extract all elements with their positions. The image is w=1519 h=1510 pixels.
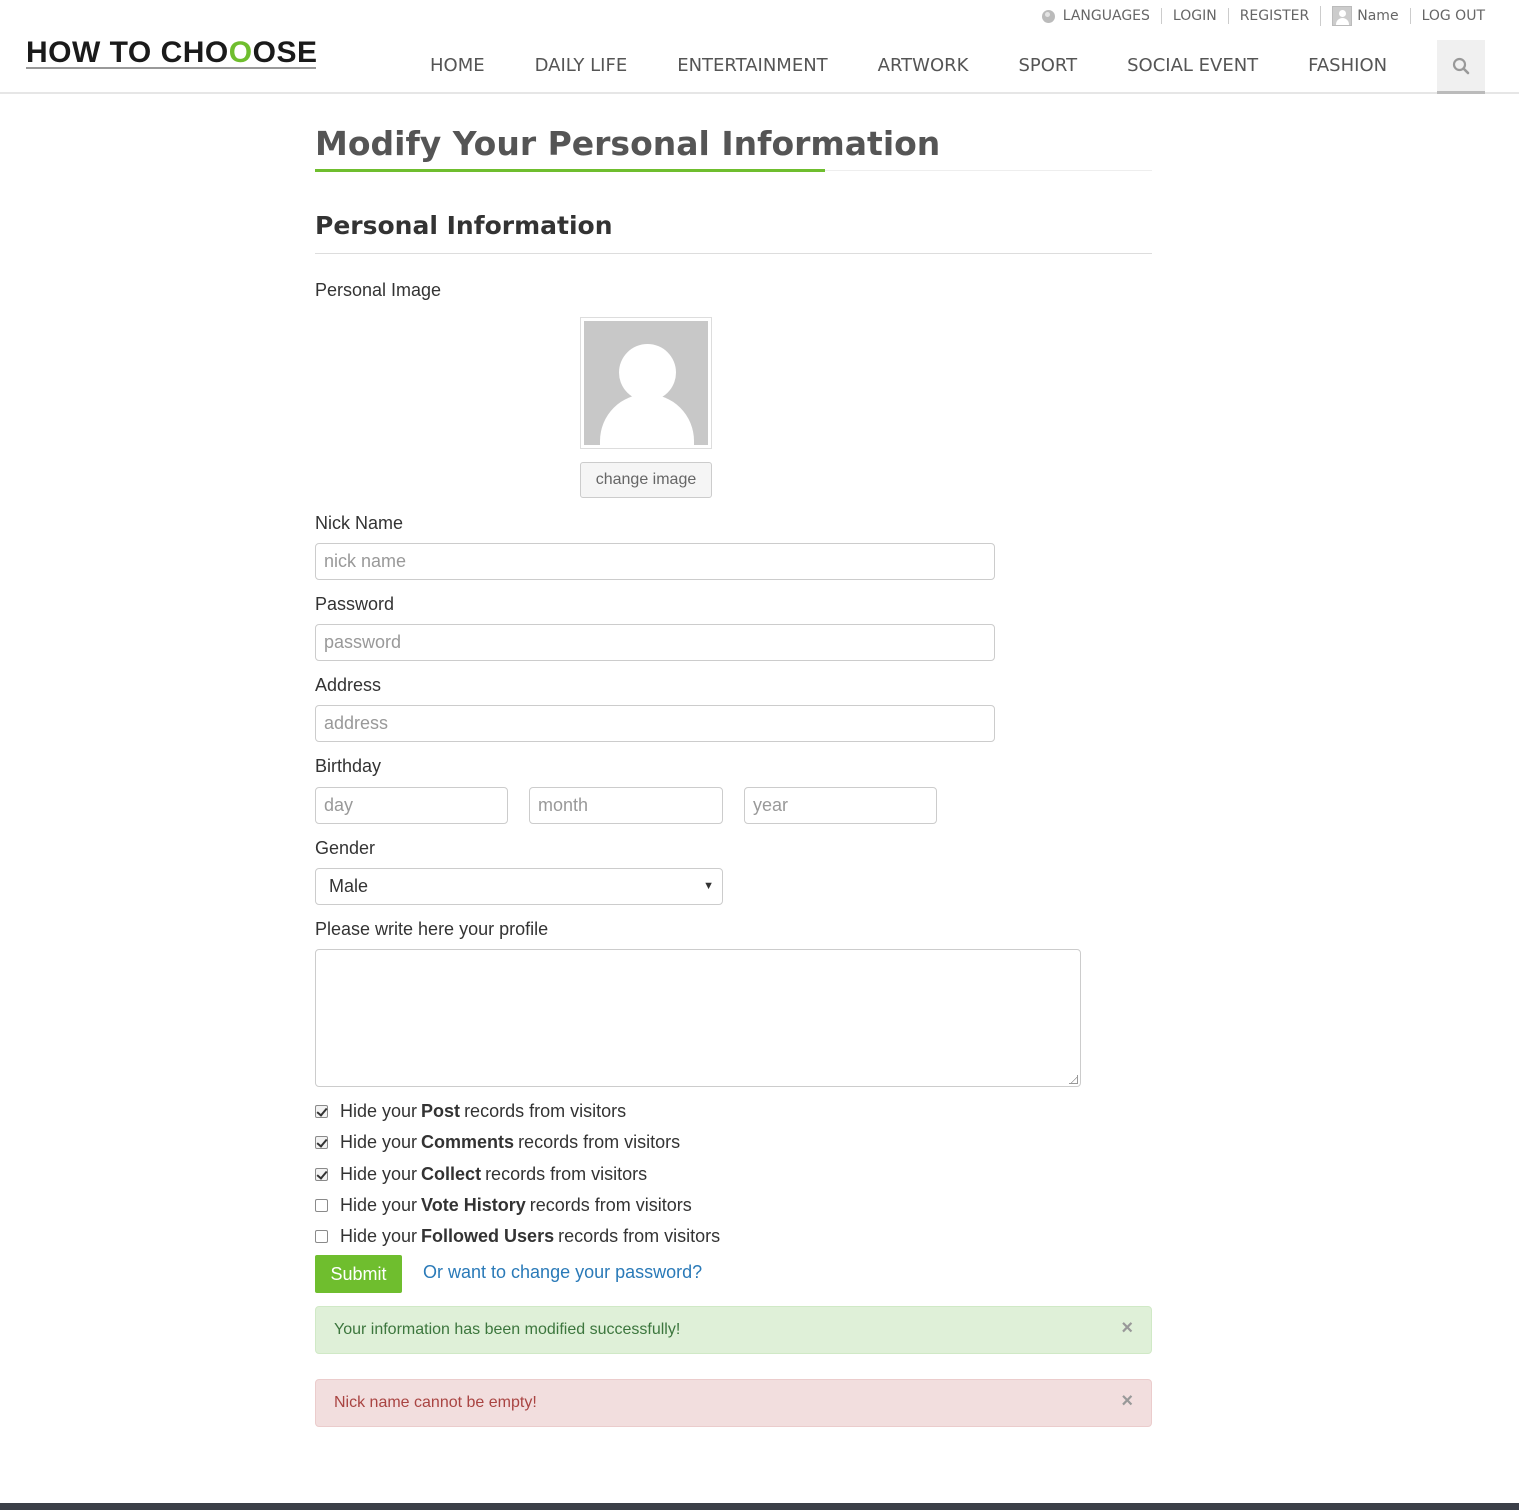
privacy-option-vote-history[interactable]: Hide your Vote History records from visito… xyxy=(315,1194,692,1216)
option-text: Hide your xyxy=(340,1100,418,1121)
section-divider xyxy=(315,253,1152,254)
resize-handle-icon[interactable] xyxy=(1069,1075,1078,1084)
register-link[interactable]: REGISTER xyxy=(1227,8,1321,24)
option-text: records from visitors xyxy=(485,1163,648,1184)
checkbox[interactable] xyxy=(315,1229,328,1243)
submit-button[interactable]: Submit xyxy=(315,1255,402,1293)
error-alert: Nick name cannot be empty! × xyxy=(315,1379,1152,1427)
checkbox[interactable] xyxy=(315,1135,328,1149)
logo-text-part2: SE xyxy=(276,36,318,69)
top-header: LANGUAGES LOGIN REGISTER Name LOG OUT HO… xyxy=(0,0,1519,94)
error-alert-text: Nick name cannot be empty! xyxy=(334,1394,537,1411)
nick-name-label: Nick Name xyxy=(315,513,404,533)
section-title: Personal Information xyxy=(315,211,613,240)
main-nav: HOME DAILY LIFE ENTERTAINMENT ARTWORK SP… xyxy=(405,40,1412,94)
password-label: Password xyxy=(315,594,395,614)
option-text: Hide your xyxy=(340,1194,418,1215)
default-avatar-icon xyxy=(584,321,708,445)
user-avatar-icon xyxy=(1332,6,1353,26)
close-icon[interactable]: × xyxy=(1121,1307,1133,1349)
logout-label: LOG OUT xyxy=(1421,8,1485,24)
user-name-label: Name xyxy=(1357,8,1399,24)
nav-item-home[interactable]: HOME xyxy=(405,40,510,94)
privacy-option-followed-users[interactable]: Hide your Followed Users records from visi… xyxy=(315,1225,720,1247)
nav-item-social-event[interactable]: SOCIAL EVENT xyxy=(1102,40,1283,94)
logo-text-o: O xyxy=(252,36,277,69)
option-keyword: Vote History xyxy=(421,1194,526,1215)
logo-text-part1: HOW TO CHO xyxy=(26,36,229,69)
nick-name-input[interactable] xyxy=(315,543,995,580)
nav-item-sport[interactable]: SPORT xyxy=(993,40,1102,94)
address-label: Address xyxy=(315,675,382,695)
privacy-option-comments[interactable]: Hide your Comments records from visitors xyxy=(315,1131,680,1153)
site-logo[interactable]: HOW TO CHOOOSE xyxy=(26,36,318,70)
option-keyword: Post xyxy=(421,1100,461,1121)
profile-label: Please write here your profile xyxy=(315,919,549,939)
profile-image xyxy=(580,317,712,449)
register-label: REGISTER xyxy=(1239,8,1310,24)
checkbox[interactable] xyxy=(315,1104,328,1118)
login-label: LOGIN xyxy=(1172,8,1217,24)
success-alert-text: Your information has been modified succe… xyxy=(334,1321,681,1338)
login-link[interactable]: LOGIN xyxy=(1160,8,1228,24)
page-title: Modify Your Personal Information xyxy=(315,124,941,163)
birthday-month-input[interactable] xyxy=(529,787,723,824)
success-alert: Your information has been modified succe… xyxy=(315,1306,1152,1354)
logo-underline xyxy=(26,67,316,69)
option-keyword: Followed Users xyxy=(421,1225,555,1246)
nav-item-daily-life[interactable]: DAILY LIFE xyxy=(510,40,653,94)
birthday-day-input[interactable] xyxy=(315,787,508,824)
birthday-label: Birthday xyxy=(315,756,382,776)
option-text: Hide your xyxy=(340,1225,418,1246)
checkbox[interactable] xyxy=(315,1198,328,1212)
globe-icon xyxy=(1041,9,1055,23)
option-text: records from visitors xyxy=(464,1100,627,1121)
footer-bar xyxy=(0,1503,1519,1510)
option-keyword: Comments xyxy=(421,1131,515,1152)
address-input[interactable] xyxy=(315,705,995,742)
birthday-year-input[interactable] xyxy=(744,787,937,824)
personal-image-label: Personal Image xyxy=(315,280,442,300)
option-text: records from visitors xyxy=(518,1131,681,1152)
option-keyword: Collect xyxy=(421,1163,482,1184)
search-icon xyxy=(1452,57,1470,74)
checkbox[interactable] xyxy=(315,1167,328,1181)
close-icon[interactable]: × xyxy=(1121,1380,1133,1422)
top-links: LANGUAGES LOGIN REGISTER Name LOG OUT xyxy=(1031,6,1485,26)
privacy-option-collect[interactable]: Hide your Collect records from visitors xyxy=(315,1163,647,1185)
title-accent-underline xyxy=(315,169,825,172)
user-profile-link[interactable]: Name xyxy=(1320,6,1409,26)
profile-textarea[interactable] xyxy=(315,949,1081,1087)
gender-select[interactable]: Male ▼ xyxy=(315,868,723,905)
change-image-button[interactable]: change image xyxy=(580,462,712,498)
privacy-option-post[interactable]: Hide your Post records from visitors xyxy=(315,1100,626,1122)
nav-item-artwork[interactable]: ARTWORK xyxy=(853,40,994,94)
search-button[interactable] xyxy=(1437,40,1485,94)
languages-link[interactable]: LANGUAGES xyxy=(1031,8,1161,24)
logo-text-o-green: O xyxy=(228,36,253,69)
gender-selected-value: Male xyxy=(329,876,369,896)
option-text: Hide your xyxy=(340,1163,418,1184)
option-text: records from visitors xyxy=(529,1194,692,1215)
nav-item-fashion[interactable]: FASHION xyxy=(1283,40,1412,94)
password-input[interactable] xyxy=(315,624,995,661)
gender-label: Gender xyxy=(315,838,376,858)
option-text: Hide your xyxy=(340,1131,418,1152)
languages-label: LANGUAGES xyxy=(1062,8,1150,24)
caret-down-icon: ▼ xyxy=(703,880,714,892)
logout-link[interactable]: LOG OUT xyxy=(1409,8,1485,24)
change-password-link[interactable]: Or want to change your password? xyxy=(423,1262,702,1283)
nav-item-entertainment[interactable]: ENTERTAINMENT xyxy=(652,40,852,94)
option-text: records from visitors xyxy=(558,1225,721,1246)
